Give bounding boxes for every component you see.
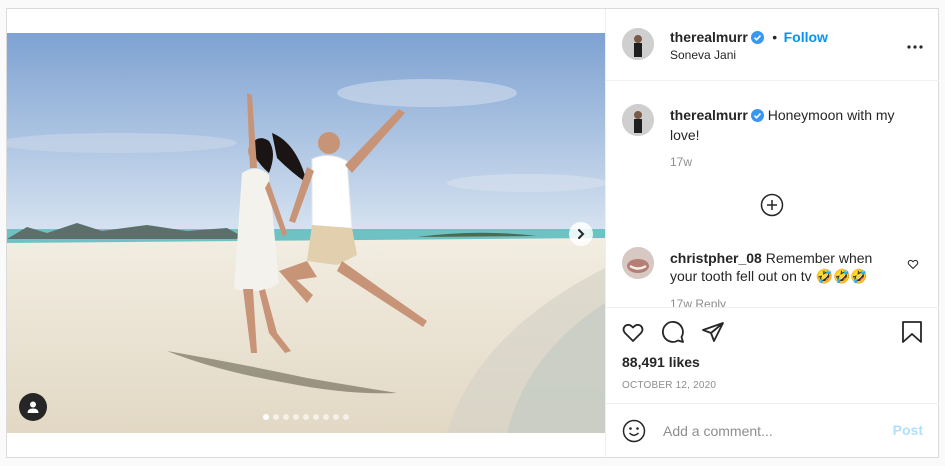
avatar-image	[622, 104, 654, 136]
heart-icon	[622, 323, 644, 342]
send-icon	[702, 322, 724, 342]
caption-username[interactable]: therealmurr	[670, 107, 748, 123]
carousel-dot	[303, 414, 309, 420]
carousel-dot	[283, 414, 289, 420]
post-actions: 88,491 likes OCTOBER 12, 2020	[606, 307, 939, 405]
more-options-button[interactable]	[907, 36, 923, 54]
post-header: therealmurr • Follow Soneva Jani	[606, 9, 939, 81]
separator-dot: •	[772, 29, 778, 45]
carousel-dot	[273, 414, 279, 420]
comment-button[interactable]	[661, 320, 685, 349]
post-comment-button[interactable]: Post	[893, 422, 923, 438]
verified-badge-icon	[750, 31, 764, 49]
comments-section: therealmurr Honeymoon with my love! 17w	[606, 81, 939, 307]
post-photo[interactable]	[7, 33, 605, 433]
more-horizontal-icon	[907, 45, 923, 49]
share-button[interactable]	[701, 320, 725, 349]
comment-input[interactable]	[661, 422, 885, 440]
comment-icon	[662, 321, 684, 343]
comment-emoji: 🤣🤣🤣	[815, 268, 868, 284]
header-title-row: therealmurr • Follow	[670, 29, 828, 49]
location-link[interactable]: Soneva Jani	[670, 48, 736, 62]
caption-timestamp[interactable]: 17w	[670, 155, 692, 169]
comment-meta[interactable]: 17w Reply	[670, 297, 726, 307]
avatar-image	[622, 28, 654, 60]
carousel-dot	[333, 414, 339, 420]
like-comment-button[interactable]	[907, 257, 919, 275]
avatar-image	[622, 247, 654, 279]
carousel-dot	[343, 414, 349, 420]
commenter-avatar[interactable]	[622, 247, 654, 279]
load-more-comments-button[interactable]	[760, 193, 784, 222]
post-date[interactable]: OCTOBER 12, 2020	[622, 380, 716, 391]
carousel-indicator	[7, 414, 605, 420]
username-link[interactable]: therealmurr	[670, 29, 748, 45]
caption: therealmurr Honeymoon with my love!	[670, 106, 910, 144]
post-side-panel: therealmurr • Follow Soneva Jani thereal…	[605, 9, 939, 457]
comment-item: christpher_08 Remember when your tooth f…	[670, 249, 890, 285]
heart-outline-icon	[907, 259, 919, 270]
follow-button[interactable]: Follow	[784, 29, 828, 45]
likes-count[interactable]: 88,491 likes	[622, 354, 700, 370]
instagram-post: therealmurr • Follow Soneva Jani thereal…	[6, 8, 939, 458]
carousel-dot	[323, 414, 329, 420]
avatar[interactable]	[622, 28, 654, 60]
chevron-right-icon	[578, 229, 585, 239]
add-comment-bar: Post	[606, 403, 939, 458]
next-photo-button[interactable]	[569, 222, 593, 246]
carousel-dot	[293, 414, 299, 420]
beach-photo	[7, 33, 605, 433]
smiley-icon	[622, 419, 646, 443]
plus-circle-icon	[760, 193, 784, 217]
save-button[interactable]	[901, 320, 923, 349]
emoji-button[interactable]	[622, 419, 646, 448]
like-button[interactable]	[621, 320, 645, 349]
comment-username[interactable]: christpher_08	[670, 250, 762, 266]
caption-avatar[interactable]	[622, 104, 654, 136]
verified-badge-icon	[750, 108, 764, 126]
bookmark-icon	[902, 321, 922, 343]
carousel-dot	[313, 414, 319, 420]
carousel-dot	[263, 414, 269, 420]
user-icon	[27, 401, 39, 413]
